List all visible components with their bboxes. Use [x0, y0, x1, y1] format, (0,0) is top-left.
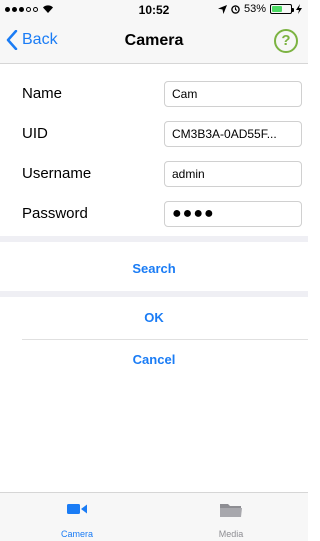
location-arrow-icon [217, 4, 227, 14]
username-field[interactable]: admin [164, 161, 302, 187]
username-row: Username admin [0, 154, 308, 194]
name-label: Name [22, 85, 63, 102]
help-icon: ? [281, 32, 291, 49]
name-field[interactable]: Cam [164, 81, 302, 107]
section-divider [0, 291, 308, 297]
tab-camera[interactable]: Camera [0, 493, 154, 541]
tab-media-label: Media [218, 529, 244, 539]
navigation-bar: Back Camera ? [0, 20, 308, 64]
uid-field[interactable]: CM3B3A-0AD55F... [164, 121, 302, 147]
uid-label: UID [22, 125, 48, 142]
status-right: 53% [217, 3, 302, 15]
status-bar: 10:52 53% [0, 0, 308, 20]
alarm-icon [231, 4, 240, 14]
charging-bolt-icon [296, 4, 302, 14]
name-row: Name Cam [0, 74, 308, 114]
password-field[interactable]: ●●●● [164, 201, 302, 227]
camera-settings-screen: 10:52 53% Back Camera ? Name Cam UID CM3… [0, 0, 308, 541]
password-row: Password ●●●● [0, 194, 308, 234]
battery-percent: 53% [243, 3, 266, 15]
search-button[interactable]: Search [0, 249, 308, 289]
camera-form: Name Cam UID CM3B3A-0AD55F... Username a… [0, 74, 308, 234]
folder-icon [220, 504, 242, 517]
help-button[interactable]: ? [274, 29, 298, 53]
uid-row: UID CM3B3A-0AD55F... [0, 114, 308, 154]
tab-media[interactable]: Media [154, 493, 308, 541]
password-label: Password [22, 205, 88, 222]
ok-button[interactable]: OK [0, 298, 308, 338]
battery-icon [270, 4, 294, 14]
page-title: Camera [124, 32, 184, 49]
tab-camera-label: Camera [60, 529, 93, 539]
video-camera-icon [67, 504, 87, 514]
tab-bar: Camera Media [0, 492, 308, 541]
section-divider [0, 236, 308, 242]
username-label: Username [22, 165, 92, 182]
battery-level-fill [272, 6, 282, 12]
cancel-button[interactable]: Cancel [0, 340, 308, 380]
